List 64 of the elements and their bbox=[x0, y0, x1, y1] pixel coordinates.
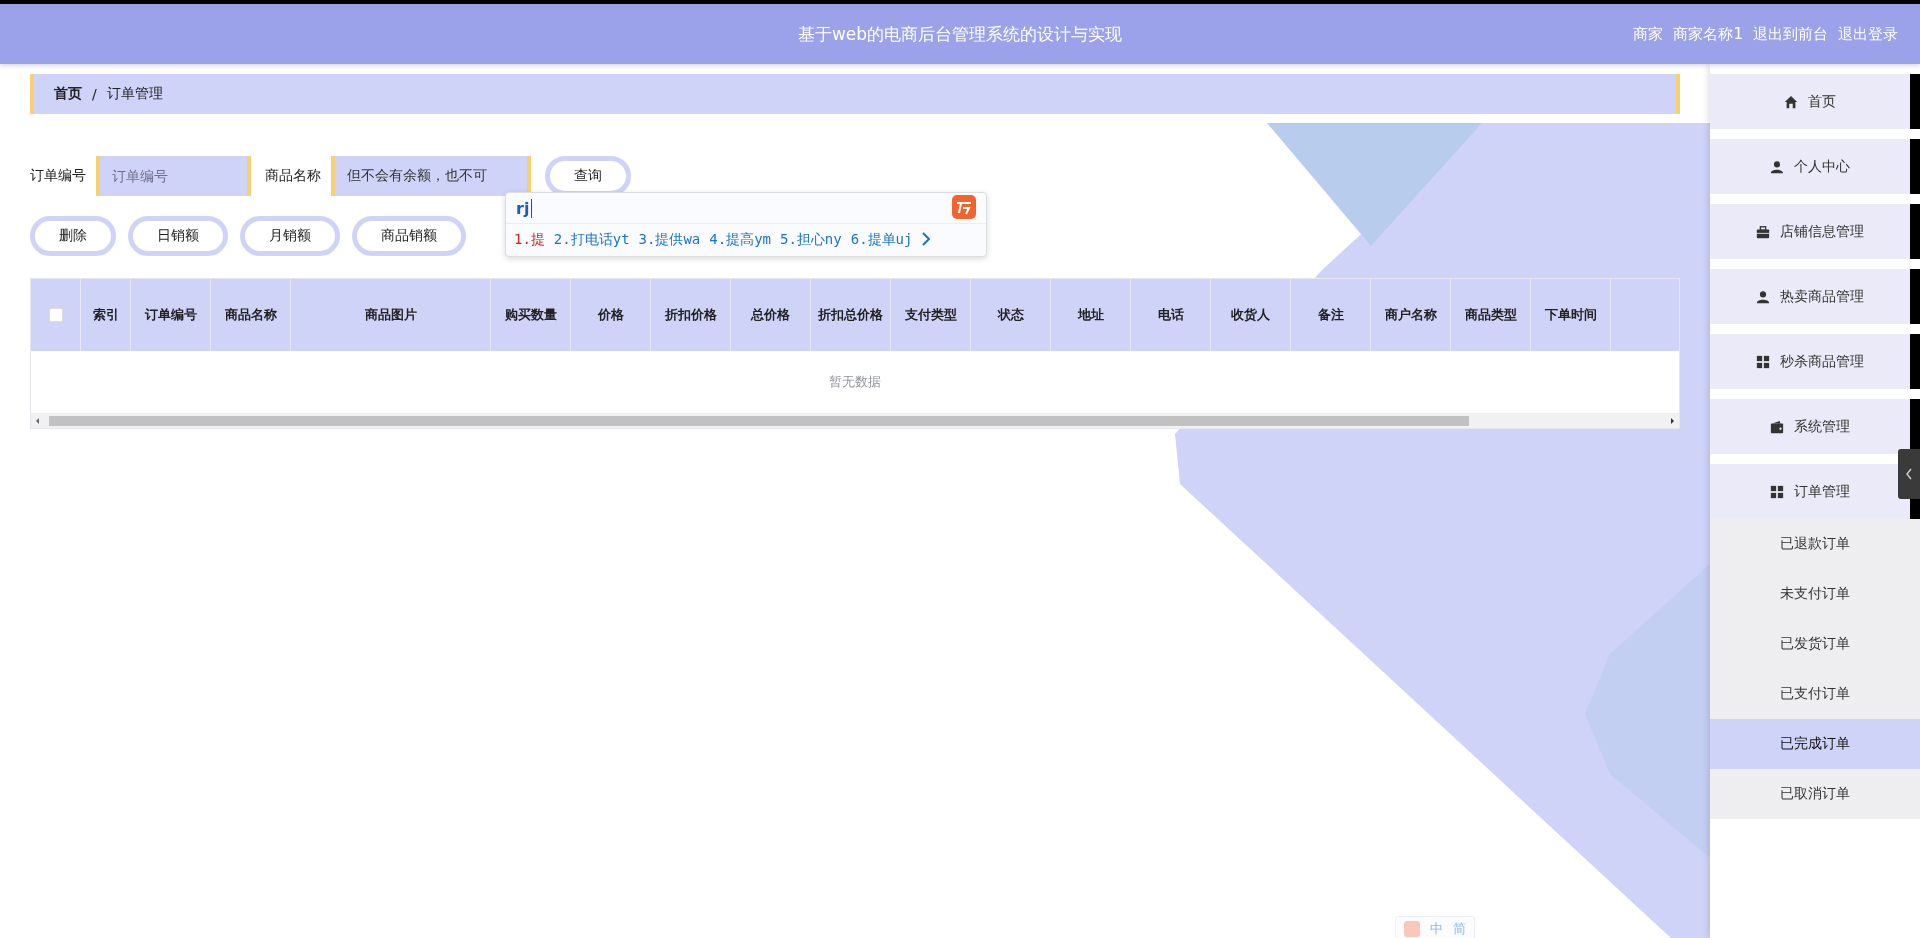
action-button[interactable]: 日销额 bbox=[128, 216, 228, 256]
ime-candidate[interactable]: 2.打电话yt bbox=[553, 231, 630, 249]
wallet-icon bbox=[1770, 419, 1784, 434]
column-header: 价格 bbox=[571, 279, 651, 351]
ime-input-text: rj bbox=[516, 198, 533, 218]
sidebar-item[interactable]: 个人中心 bbox=[1710, 139, 1920, 194]
ime-candidate[interactable]: 6.提单uj bbox=[850, 231, 913, 249]
column-header: 折扣总价格 bbox=[811, 279, 891, 351]
sidebar-item[interactable]: 订单管理 bbox=[1710, 464, 1920, 519]
breadcrumb-item: 订单管理 bbox=[106, 85, 163, 103]
filter-label: 订单编号 bbox=[30, 167, 86, 185]
sidebar-subitem[interactable]: 已完成订单 bbox=[1710, 719, 1920, 769]
column-header: 商品类型 bbox=[1451, 279, 1531, 351]
input-field[interactable]: 订单编号 bbox=[96, 156, 251, 196]
sidebar-subitem[interactable]: 已支付订单 bbox=[1710, 669, 1920, 719]
grid-icon bbox=[1756, 354, 1770, 369]
column-header: 索引 bbox=[81, 279, 131, 351]
sidebar-item[interactable]: 秒杀商品管理 bbox=[1710, 334, 1920, 389]
ime-candidate[interactable]: 1.提 bbox=[514, 231, 545, 249]
user-name: 商家名称1 bbox=[1673, 24, 1743, 44]
sidebar-item[interactable]: 热卖商品管理 bbox=[1710, 269, 1920, 324]
sidebar-subitem[interactable]: 已发货订单 bbox=[1710, 619, 1920, 669]
action-button[interactable]: 商品销额 bbox=[352, 216, 466, 256]
column-header: 电话 bbox=[1131, 279, 1211, 351]
briefcase-icon bbox=[1756, 224, 1770, 239]
sidebar-subitem[interactable]: 已取消订单 bbox=[1710, 769, 1920, 819]
column-header: 商品图片 bbox=[291, 279, 491, 351]
action-button[interactable]: 月销额 bbox=[240, 216, 340, 256]
column-header: 收货人 bbox=[1211, 279, 1291, 351]
column-header: 商品名称 bbox=[211, 279, 291, 351]
column-header: 状态 bbox=[971, 279, 1051, 351]
sidebar-item[interactable]: 首页 bbox=[1710, 74, 1920, 129]
user-role: 商家 bbox=[1633, 24, 1664, 44]
filter-label: 商品名称 bbox=[265, 167, 321, 185]
ime-candidate[interactable]: 4.提高ym bbox=[709, 231, 771, 249]
ime-candidate[interactable]: 3.提供wa bbox=[638, 231, 701, 249]
column-header: 商户名称 bbox=[1371, 279, 1451, 351]
user-icon bbox=[1770, 159, 1784, 174]
empty-message: 暂无数据 bbox=[829, 373, 881, 391]
column-header: 购买数量 bbox=[491, 279, 571, 351]
sidebar-item[interactable]: 店铺信息管理 bbox=[1710, 204, 1920, 259]
collapse-handle[interactable] bbox=[1898, 449, 1920, 499]
column-header: 折扣价格 bbox=[651, 279, 731, 351]
breadcrumb-item[interactable]: 首页 bbox=[54, 85, 82, 103]
select-all-checkbox[interactable] bbox=[48, 308, 63, 322]
column-header: 地址 bbox=[1051, 279, 1131, 351]
column-header: 支付类型 bbox=[891, 279, 971, 351]
chevron-left-icon bbox=[1905, 468, 1913, 480]
action-button[interactable]: 删除 bbox=[30, 216, 116, 256]
home-icon bbox=[1784, 94, 1798, 109]
user-icon bbox=[1756, 289, 1770, 304]
sidebar-subitem[interactable]: 已退款订单 bbox=[1710, 519, 1920, 569]
scrollbar-thumb[interactable] bbox=[49, 416, 1469, 426]
grid-icon bbox=[1770, 484, 1784, 499]
sidebar-item[interactable]: 系统管理 bbox=[1710, 399, 1920, 454]
column-header: 订单编号 bbox=[131, 279, 211, 351]
column-header: 备注 bbox=[1291, 279, 1371, 351]
input-field[interactable]: 但不会有余额，也不可 bbox=[331, 156, 531, 196]
column-header: 总价格 bbox=[731, 279, 811, 351]
ime-candidate[interactable]: 5.担心ny bbox=[780, 231, 842, 249]
column-header: 下单时间 bbox=[1531, 279, 1611, 351]
breadcrumb-separator: / bbox=[92, 86, 97, 102]
sidebar-subitem[interactable]: 未支付订单 bbox=[1710, 569, 1920, 619]
app-title: 基于web的电商后台管理系统的设计与实现 bbox=[797, 22, 1123, 46]
